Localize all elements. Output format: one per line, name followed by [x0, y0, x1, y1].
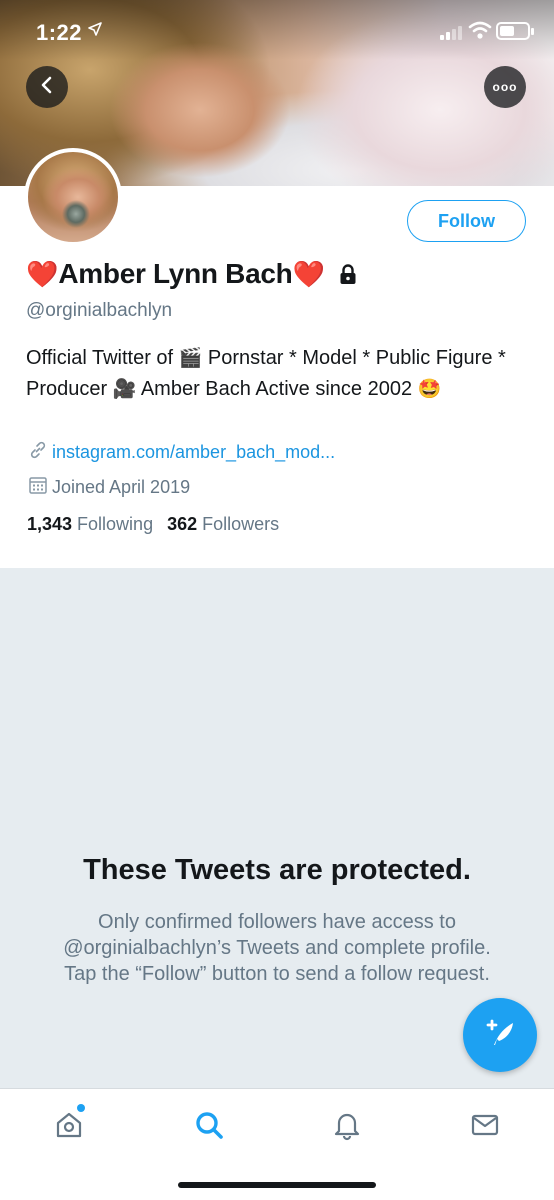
notifications-bell-icon	[331, 1109, 363, 1146]
avatar[interactable]	[24, 148, 122, 246]
following-label: Following	[77, 514, 154, 534]
compose-tweet-button[interactable]	[463, 998, 537, 1072]
compose-tweet-icon	[482, 1015, 518, 1056]
followers-label: Followers	[202, 514, 280, 534]
wifi-icon	[468, 20, 492, 45]
home-indicator-bar[interactable]	[178, 1182, 376, 1188]
profile-name: Amber Lynn Bach	[58, 258, 293, 289]
profile-bio: Official Twitter of 🎬 Pornstar * Model *…	[26, 343, 526, 405]
status-time: 1:22	[36, 20, 83, 45]
battery-icon	[496, 22, 534, 40]
back-button[interactable]	[26, 66, 68, 108]
calendar-icon	[28, 475, 52, 500]
home-new-indicator	[77, 1104, 85, 1112]
bio-text: Amber Bach Active since 2002	[136, 378, 418, 400]
following-count: 1,343	[27, 514, 73, 534]
star-struck-emoji: 🤩	[417, 379, 442, 400]
location-arrow-icon	[88, 22, 102, 40]
lock-icon	[337, 263, 359, 285]
home-icon	[53, 1109, 85, 1146]
follow-button[interactable]: Follow	[407, 200, 526, 242]
following-count-link[interactable]: 1,343 Following	[27, 514, 153, 535]
heart-emoji: ❤️	[26, 259, 59, 289]
joined-date: Joined April 2019	[52, 477, 191, 497]
clapper-board-emoji: 🎬	[178, 348, 203, 369]
profile-joined-row: Joined April 2019	[28, 475, 190, 500]
more-options-button[interactable]: ooo	[484, 66, 526, 108]
profile-link[interactable]: instagram.com/amber_bach_mod...	[52, 442, 335, 463]
status-bar: 1:22	[0, 0, 554, 64]
profile-handle: @orginialbachlyn	[26, 300, 173, 321]
movie-camera-emoji: 🎥	[112, 379, 137, 400]
nav-search[interactable]	[189, 1107, 229, 1147]
nav-notifications[interactable]	[327, 1107, 367, 1147]
nav-messages[interactable]	[465, 1107, 505, 1147]
followers-count-link[interactable]: 362 Followers	[167, 514, 279, 535]
nav-home[interactable]	[49, 1104, 89, 1147]
protected-title: These Tweets are protected.	[83, 854, 471, 886]
more-dots-icon: ooo	[492, 80, 518, 94]
search-icon	[193, 1109, 225, 1146]
profile-link-row[interactable]: instagram.com/amber_bach_mod...	[28, 440, 335, 465]
protected-body: Only confirmed followers have access to …	[63, 911, 491, 985]
messages-envelope-icon	[469, 1109, 501, 1146]
follow-counts: 1,343 Following 362 Followers	[27, 514, 279, 535]
chevron-left-icon	[39, 76, 55, 99]
heart-emoji: ❤️	[292, 259, 325, 289]
bio-text: Official Twitter of	[26, 347, 179, 369]
cellular-signal-icon	[440, 24, 462, 40]
link-icon	[28, 440, 52, 465]
followers-count: 362	[167, 514, 198, 534]
profile-name-row: ❤️ Amber Lynn Bach ❤️	[26, 258, 359, 290]
